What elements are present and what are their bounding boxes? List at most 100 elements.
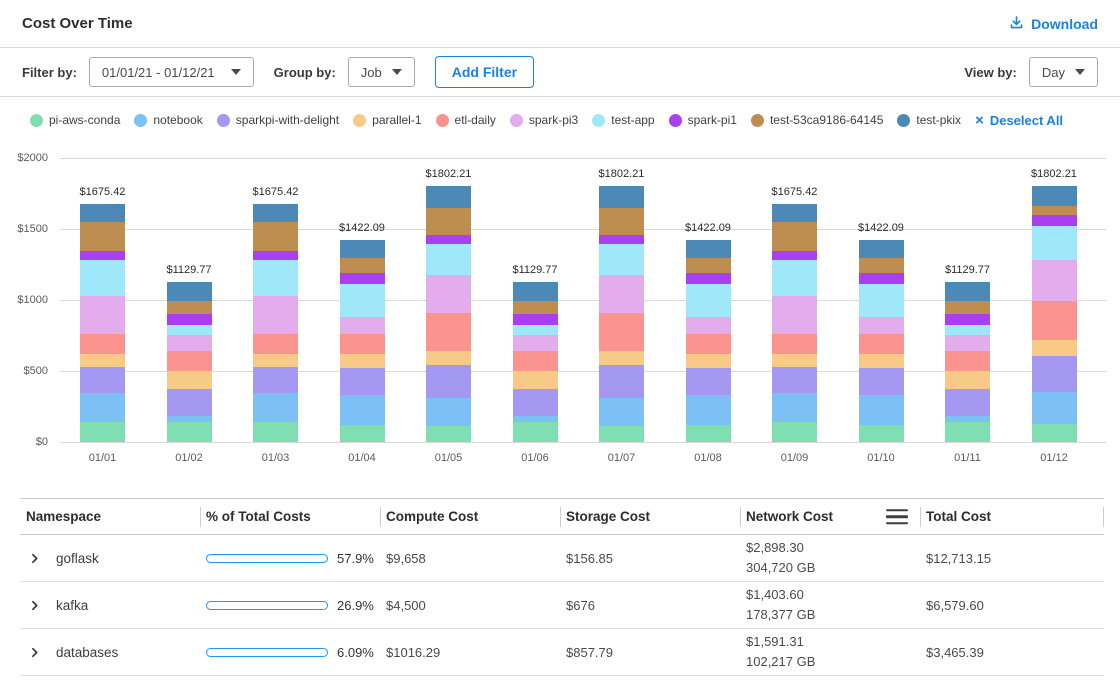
bar-segment-test-53ca9186-64145[interactable] [1032, 206, 1077, 216]
bar-segment-test-53ca9186-64145[interactable] [686, 258, 731, 273]
bar-segment-spark-pi1[interactable] [167, 314, 212, 325]
bar-segment-sparkpi-with-delight[interactable] [340, 368, 385, 396]
bar-segment-test-pkix[interactable] [1032, 186, 1077, 206]
bar-segment-parallel-1[interactable] [426, 351, 471, 365]
bar-segment-pi-aws-conda[interactable] [167, 422, 212, 442]
bar-segment-test-app[interactable] [1032, 226, 1077, 260]
bar-segment-test-app[interactable] [167, 325, 212, 335]
stacked-bar-01/06[interactable] [513, 282, 558, 442]
bar-segment-test-app[interactable] [340, 284, 385, 317]
bar-segment-spark-pi1[interactable] [859, 273, 904, 284]
bar-segment-pi-aws-conda[interactable] [599, 426, 644, 442]
bar-segment-parallel-1[interactable] [1032, 340, 1077, 357]
bar-segment-test-pkix[interactable] [80, 204, 125, 222]
stacked-bar-01/02[interactable] [167, 282, 212, 442]
bar-segment-notebook[interactable] [1032, 392, 1077, 424]
bar-segment-spark-pi1[interactable] [80, 251, 125, 260]
bar-segment-pi-aws-conda[interactable] [340, 425, 385, 442]
bar-segment-notebook[interactable] [772, 393, 817, 422]
bar-segment-test-pkix[interactable] [945, 282, 990, 301]
bar-segment-sparkpi-with-delight[interactable] [686, 368, 731, 396]
bar-segment-test-app[interactable] [426, 244, 471, 276]
stacked-bar-01/03[interactable] [253, 204, 298, 442]
legend-item-etl-daily[interactable]: etl-daily [436, 113, 496, 127]
bar-segment-test-app[interactable] [80, 260, 125, 296]
bar-segment-etl-daily[interactable] [599, 313, 644, 351]
legend-item-spark-pi3[interactable]: spark-pi3 [510, 113, 578, 127]
bar-segment-spark-pi3[interactable] [513, 335, 558, 351]
stacked-bar-01/12[interactable] [1032, 186, 1077, 442]
bar-segment-test-app[interactable] [859, 284, 904, 317]
bar-segment-notebook[interactable] [80, 393, 125, 422]
bar-segment-test-app[interactable] [945, 325, 990, 335]
bar-segment-notebook[interactable] [426, 398, 471, 426]
table-row-databases[interactable]: databases6.09%$1016.29$857.79$1,591.3110… [20, 629, 1104, 676]
bar-segment-sparkpi-with-delight[interactable] [1032, 356, 1077, 392]
bar-segment-notebook[interactable] [686, 395, 731, 425]
download-button[interactable]: Download [1009, 15, 1098, 33]
legend-item-spark-pi1[interactable]: spark-pi1 [669, 113, 737, 127]
bar-segment-parallel-1[interactable] [686, 354, 731, 368]
stacked-bar-01/04[interactable] [340, 240, 385, 442]
bar-segment-etl-daily[interactable] [513, 351, 558, 371]
bar-segment-sparkpi-with-delight[interactable] [253, 367, 298, 393]
bar-segment-etl-daily[interactable] [772, 334, 817, 354]
bar-segment-parallel-1[interactable] [772, 354, 817, 367]
bar-segment-sparkpi-with-delight[interactable] [167, 389, 212, 416]
bar-segment-etl-daily[interactable] [167, 351, 212, 371]
date-range-select[interactable]: 01/01/21 - 01/12/21 [89, 57, 254, 87]
bar-segment-test-pkix[interactable] [772, 204, 817, 222]
bar-segment-etl-daily[interactable] [426, 313, 471, 351]
bar-segment-parallel-1[interactable] [513, 371, 558, 388]
bar-segment-notebook[interactable] [599, 398, 644, 426]
bar-segment-notebook[interactable] [340, 395, 385, 425]
deselect-all-button[interactable]: × Deselect All [975, 113, 1063, 128]
stacked-bar-01/11[interactable] [945, 282, 990, 442]
stacked-bar-01/05[interactable] [426, 186, 471, 442]
bar-segment-spark-pi1[interactable] [686, 273, 731, 284]
bar-segment-test-53ca9186-64145[interactable] [80, 222, 125, 251]
bar-segment-spark-pi3[interactable] [859, 317, 904, 334]
bar-segment-etl-daily[interactable] [1032, 301, 1077, 340]
bar-segment-spark-pi1[interactable] [945, 314, 990, 325]
bar-segment-parallel-1[interactable] [599, 351, 644, 365]
stacked-bar-01/08[interactable] [686, 240, 731, 442]
bar-segment-spark-pi1[interactable] [340, 273, 385, 284]
bar-segment-spark-pi3[interactable] [686, 317, 731, 334]
bar-segment-test-pkix[interactable] [599, 186, 644, 208]
column-header-percent-of-total-costs[interactable]: % of Total Costs [200, 499, 380, 534]
chevron-right-icon[interactable] [28, 646, 41, 659]
bar-segment-pi-aws-conda[interactable] [686, 425, 731, 442]
bar-segment-spark-pi3[interactable] [340, 317, 385, 334]
bar-segment-spark-pi1[interactable] [599, 235, 644, 244]
bar-segment-test-53ca9186-64145[interactable] [253, 222, 298, 251]
bar-segment-etl-daily[interactable] [340, 334, 385, 354]
bar-segment-spark-pi1[interactable] [1032, 215, 1077, 226]
add-filter-button[interactable]: Add Filter [435, 56, 534, 88]
column-header-storage-cost[interactable]: Storage Cost [560, 499, 740, 534]
bar-segment-sparkpi-with-delight[interactable] [772, 367, 817, 393]
bar-segment-etl-daily[interactable] [686, 334, 731, 354]
bar-segment-sparkpi-with-delight[interactable] [513, 389, 558, 416]
bar-segment-spark-pi3[interactable] [599, 275, 644, 313]
bar-segment-sparkpi-with-delight[interactable] [945, 389, 990, 416]
bar-segment-sparkpi-with-delight[interactable] [426, 365, 471, 398]
bar-segment-spark-pi3[interactable] [426, 275, 471, 313]
bar-segment-test-53ca9186-64145[interactable] [859, 258, 904, 273]
stacked-bar-01/09[interactable] [772, 204, 817, 442]
legend-item-test-pkix[interactable]: test-pkix [897, 113, 961, 127]
group-by-select[interactable]: Job [348, 57, 415, 87]
bar-segment-test-app[interactable] [686, 284, 731, 317]
bar-segment-parallel-1[interactable] [80, 354, 125, 367]
bar-segment-sparkpi-with-delight[interactable] [859, 368, 904, 396]
bar-segment-etl-daily[interactable] [80, 334, 125, 354]
bar-segment-etl-daily[interactable] [253, 334, 298, 354]
table-row-goflask[interactable]: goflask57.9%$9,658$156.85$2,898.30304,72… [20, 535, 1104, 582]
bar-segment-test-53ca9186-64145[interactable] [426, 208, 471, 235]
bar-segment-spark-pi1[interactable] [426, 235, 471, 244]
bar-segment-etl-daily[interactable] [945, 351, 990, 371]
bar-segment-spark-pi3[interactable] [253, 296, 298, 334]
bar-segment-test-app[interactable] [599, 244, 644, 276]
bar-segment-pi-aws-conda[interactable] [1032, 424, 1077, 442]
bar-segment-notebook[interactable] [253, 393, 298, 422]
